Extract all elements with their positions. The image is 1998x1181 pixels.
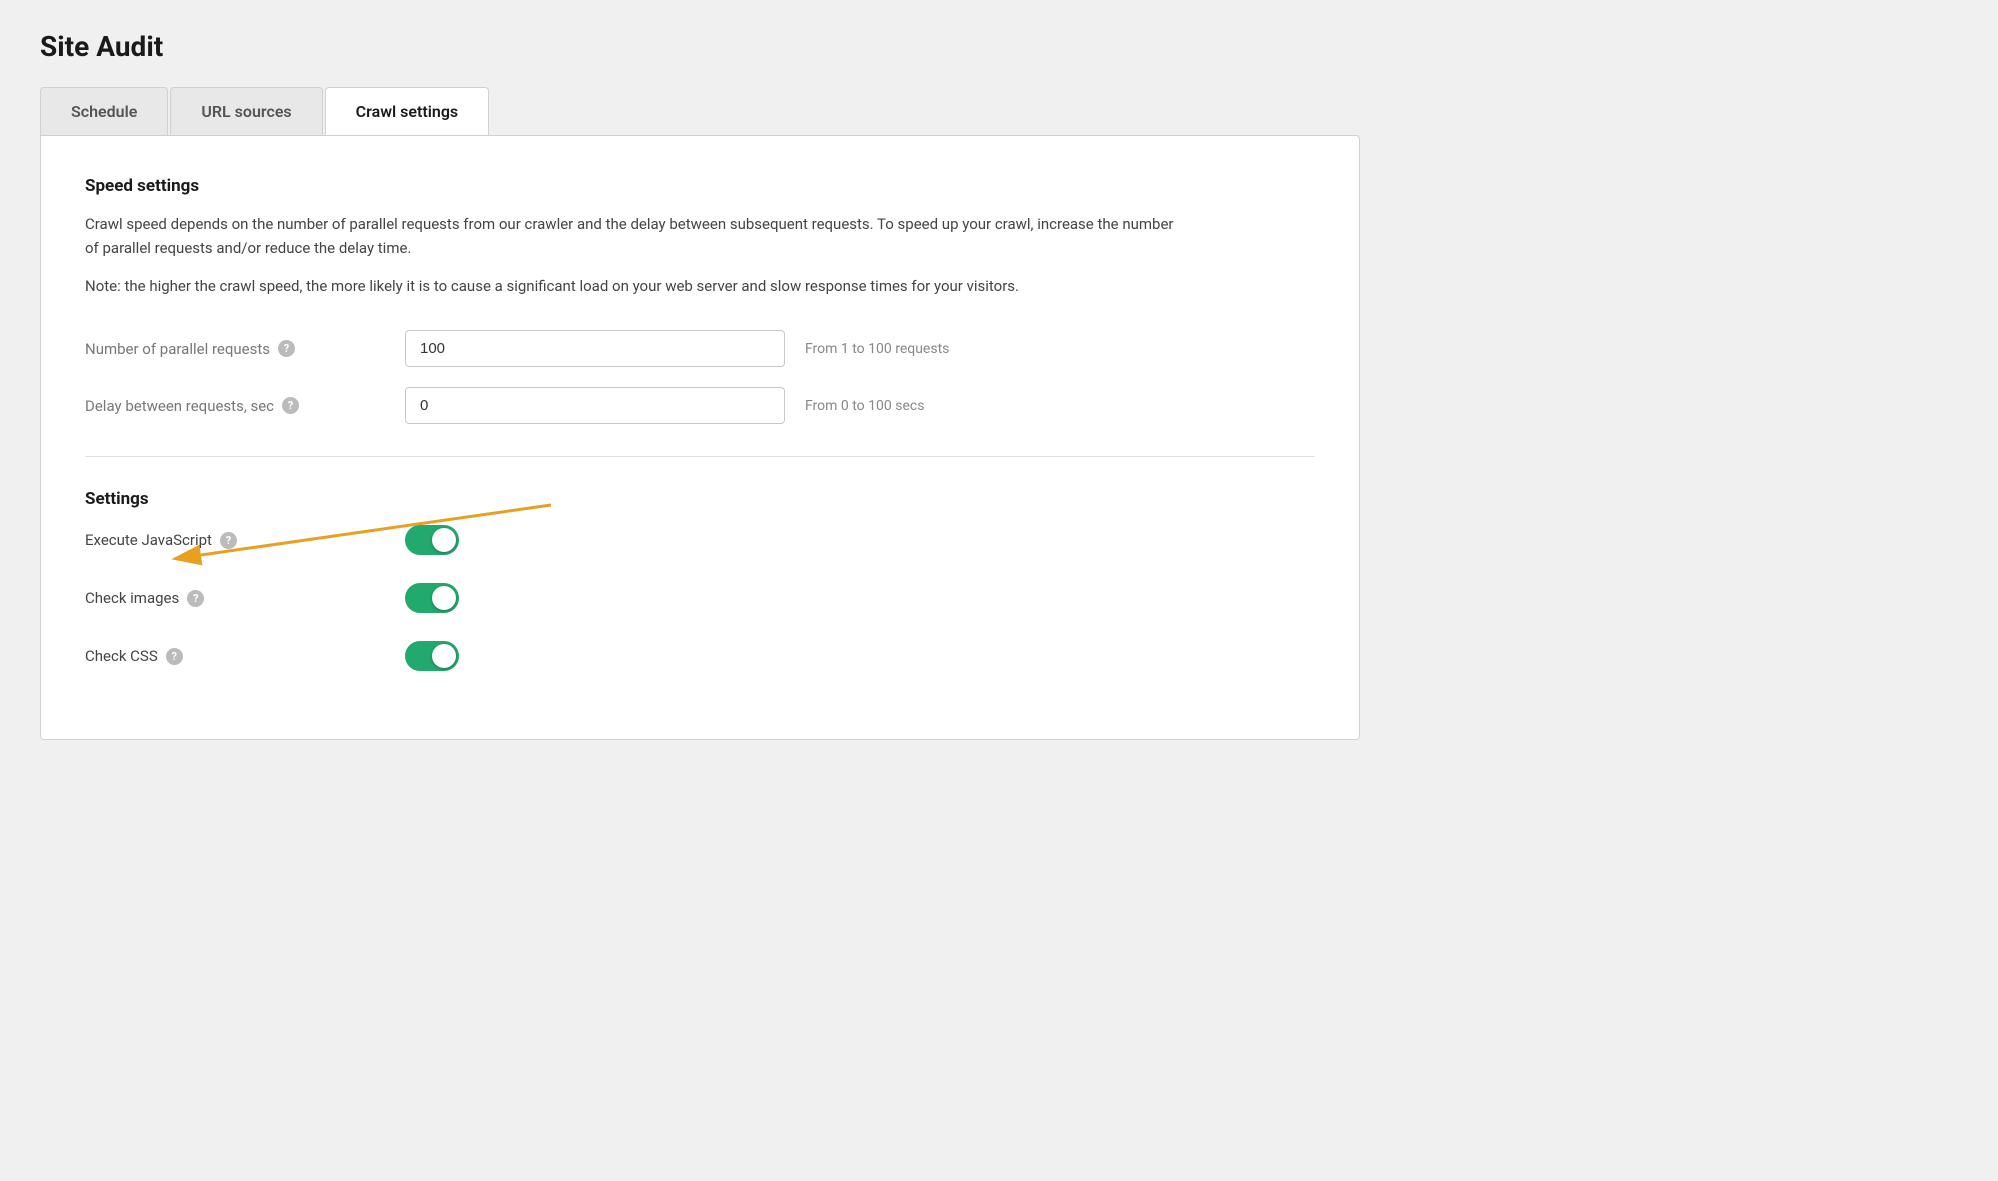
delay-requests-hint: From 0 to 100 secs [805,398,924,414]
check-css-toggle[interactable] [405,641,459,671]
tab-crawl-settings[interactable]: Crawl settings [325,87,490,135]
execute-javascript-help-icon[interactable]: ? [220,532,237,549]
execute-javascript-row: Execute JavaScript ? [85,525,1315,555]
parallel-requests-hint: From 1 to 100 requests [805,341,949,357]
check-images-label: Check images ? [85,589,405,607]
check-css-label: Check CSS ? [85,647,405,665]
execute-javascript-label: Execute JavaScript ? [85,531,405,549]
parallel-requests-label: Number of parallel requests ? [85,340,405,358]
delay-requests-label: Delay between requests, sec ? [85,397,405,415]
section-divider [85,456,1315,457]
check-images-help-icon[interactable]: ? [187,590,204,607]
speed-settings-section: Speed settings Crawl speed depends on th… [85,176,1315,424]
check-images-toggle[interactable] [405,583,459,613]
speed-settings-title: Speed settings [85,176,1315,196]
delay-requests-row: Delay between requests, sec ? From 0 to … [85,387,1315,424]
parallel-requests-help-icon[interactable]: ? [278,340,295,357]
content-panel: Speed settings Crawl speed depends on th… [40,135,1360,740]
speed-settings-description: Crawl speed depends on the number of par… [85,212,1185,260]
delay-requests-help-icon[interactable]: ? [282,397,299,414]
tab-schedule[interactable]: Schedule [40,87,168,135]
check-images-row: Check images ? [85,583,1315,613]
parallel-requests-row: Number of parallel requests ? From 1 to … [85,330,1315,367]
speed-settings-note: Note: the higher the crawl speed, the mo… [85,274,1285,298]
parallel-requests-input[interactable] [405,330,785,367]
execute-javascript-toggle[interactable] [405,525,459,555]
settings-title: Settings [85,489,1315,509]
check-css-row: Check CSS ? [85,641,1315,671]
check-css-help-icon[interactable]: ? [166,648,183,665]
tabs-bar: Schedule URL sources Crawl settings [40,87,1360,135]
page-title: Site Audit [40,30,1360,63]
delay-requests-input[interactable] [405,387,785,424]
tab-url-sources[interactable]: URL sources [170,87,322,135]
settings-section: Settings Execute JavaScript ? [85,489,1315,671]
